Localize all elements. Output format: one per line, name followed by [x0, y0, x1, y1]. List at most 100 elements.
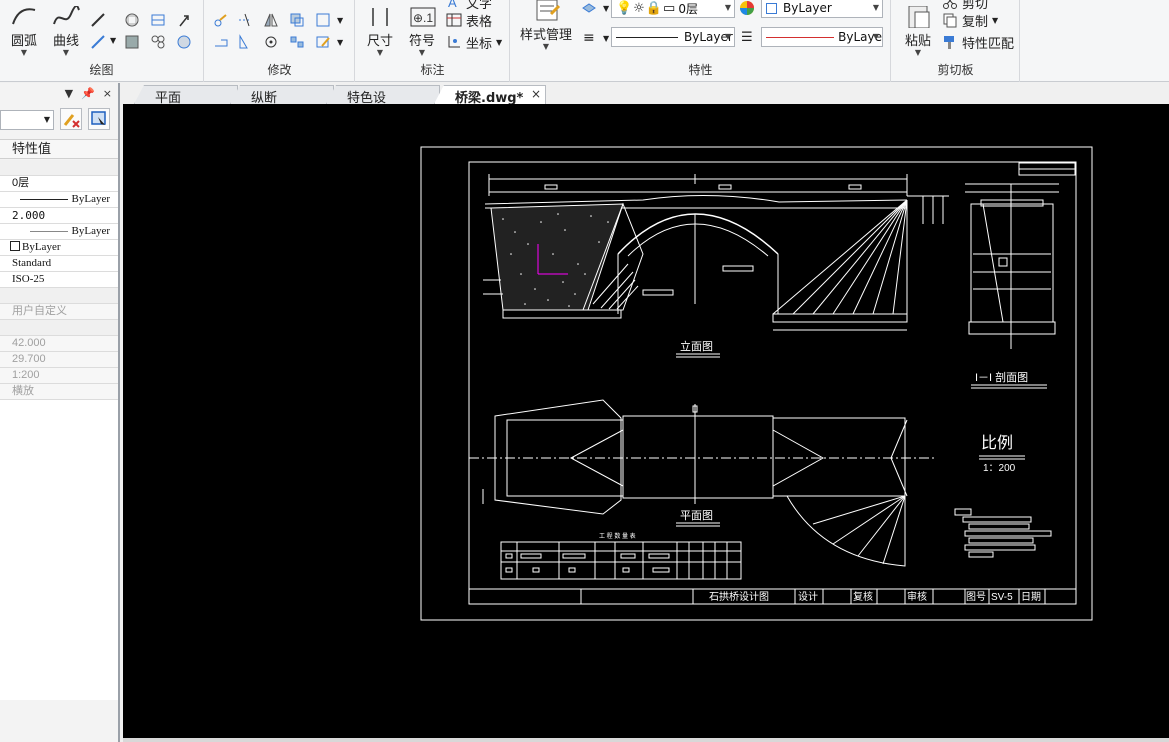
linetype-preview — [616, 36, 678, 38]
match-brush-icon — [942, 34, 958, 50]
chevron-down-icon: ▼ — [376, 48, 384, 57]
ray-tool-icon[interactable] — [90, 34, 106, 50]
date-label: 日期 — [1021, 591, 1041, 603]
stretch-icon[interactable] — [213, 34, 229, 50]
line-tool-icon[interactable] — [90, 12, 106, 28]
layer-state-icons: 💡☼🔒▭ — [616, 0, 677, 16]
drawing-canvas[interactable]: 立面图 I－I 剖面图 平面图 比例 1：200 工 程 数 量 表 石拱桥设计… — [123, 104, 1169, 738]
drawing-number-label: 图号 — [966, 591, 986, 603]
drawing-name: 石拱桥设计图 — [709, 590, 769, 603]
quantity-table-title: 工 程 数 量 表 — [599, 532, 636, 540]
chevron-down-icon: ▼ — [110, 36, 117, 45]
modify-panel: ▼ ▼ 修改 — [205, 0, 355, 82]
circle-tool-icon[interactable] — [124, 12, 140, 28]
chevron-down-icon: ▼ — [872, 32, 879, 41]
group-tool-icon[interactable] — [150, 34, 166, 50]
palette-header-icons: ▼ 📌 × — [65, 87, 112, 100]
tab-feature-design[interactable]: 特色设计.dwg — [326, 85, 440, 104]
property-paper-height: 29.700 — [0, 352, 118, 368]
style-manager-button[interactable]: 样式管理 ▼ — [515, 0, 577, 51]
color-wheel-icon[interactable] — [739, 0, 755, 16]
pointer-tool-icon[interactable] — [176, 12, 192, 28]
properties-panel: 样式管理 ▼ ▼ ≡ ▼ 💡☼🔒▭ 0层 ▼ ByLayer ▼ ByLayer… — [511, 0, 891, 82]
pin-icon[interactable]: 📌 — [81, 87, 95, 100]
chevron-down-icon: ▼ — [992, 15, 999, 25]
table-button[interactable]: 表格 — [446, 10, 492, 30]
lineweight-select[interactable]: ByLaye ▼ — [761, 27, 883, 47]
draw-panel: 圆弧 ▼ 曲线 ▼ ▼ 绘图 — [0, 0, 204, 82]
cad-application-window: 圆弧 ▼ 曲线 ▼ ▼ 绘图 ▼ ▼ 修改 尺寸 ▼ ⊕.1 符号 ▼ A 文字… — [0, 0, 1169, 742]
chevron-down-icon: ▼ — [603, 34, 610, 43]
quantity-table — [500, 541, 742, 580]
paste-button[interactable]: 粘贴 ▼ — [898, 5, 938, 57]
property-layer[interactable]: 0层 — [0, 176, 118, 192]
mirror-icon[interactable] — [263, 12, 279, 28]
chevron-down-icon: ▼ — [20, 48, 28, 57]
property-orientation: 横放 — [0, 384, 118, 400]
select-objects-button[interactable] — [88, 108, 110, 130]
tab-bridge[interactable]: 桥梁.dwg* × — [434, 85, 546, 104]
elevation-view — [483, 174, 949, 331]
close-icon[interactable]: × — [103, 87, 112, 100]
property-lineweight[interactable]: ByLayer — [0, 224, 118, 240]
rotate-icon[interactable] — [263, 34, 279, 50]
pickadd-icon — [63, 114, 80, 128]
property-linetype[interactable]: ByLayer — [0, 192, 118, 208]
chevron-down-icon: ▼ — [43, 115, 50, 124]
properties-panel-title: 特性 — [688, 63, 713, 77]
layer-manager-icon[interactable] — [581, 0, 597, 16]
rectangle-select-icon[interactable] — [315, 12, 331, 28]
layout-tab-strip — [123, 738, 1169, 742]
audit-label: 审核 — [907, 590, 927, 603]
arc-icon — [9, 6, 39, 28]
symbol-icon: ⊕.1 — [407, 6, 437, 28]
tab-profile[interactable]: 纵断面.dwg — [230, 85, 334, 104]
copy-button[interactable]: 复制 ▼ — [942, 10, 998, 30]
dimension-icon — [365, 6, 395, 28]
edit-icon[interactable] — [315, 34, 331, 50]
block-tool-icon[interactable] — [150, 12, 166, 28]
annotate-panel-title: 标注 — [420, 63, 445, 77]
color-select[interactable]: ByLayer ▼ — [761, 0, 883, 18]
arc-button[interactable]: 圆弧 ▼ — [4, 6, 44, 57]
property-scale: 1:200 — [0, 368, 118, 384]
style-manager-icon — [529, 0, 563, 22]
trim-icon[interactable] — [237, 12, 253, 28]
scale-icon[interactable] — [237, 34, 253, 50]
dimension-button[interactable]: 尺寸 ▼ — [360, 6, 400, 57]
chevron-down-icon: ▼ — [724, 32, 731, 41]
linetype-select[interactable]: ByLayer ▼ — [611, 27, 735, 47]
match-properties-button[interactable]: 特性匹配 — [942, 32, 1014, 52]
toggle-pickadd-button[interactable] — [60, 108, 82, 130]
hatch-tool-icon[interactable] — [124, 34, 140, 50]
copy-object-icon[interactable] — [289, 12, 305, 28]
coordinate-button[interactable]: 坐标 ▼ — [446, 32, 502, 52]
scale-title: 比例 — [981, 434, 1013, 452]
chevron-down-icon: ▼ — [418, 48, 426, 57]
close-icon[interactable]: × — [531, 87, 541, 101]
tab-plan[interactable]: 平面图.dwg — [134, 85, 238, 104]
list-icon[interactable]: ≡ — [583, 30, 599, 46]
modify-panel-title: 修改 — [267, 63, 292, 77]
lineweight-icon[interactable]: ☰ — [741, 30, 757, 46]
property-row-separator — [0, 288, 118, 304]
curve-button[interactable]: 曲线 ▼ — [46, 5, 86, 57]
chevron-down-icon[interactable]: ▼ — [65, 87, 73, 100]
property-text-style[interactable]: Standard — [0, 256, 118, 272]
lineweight-preview — [766, 36, 835, 38]
array-icon[interactable] — [289, 34, 305, 50]
layer-select[interactable]: 💡☼🔒▭ 0层 ▼ — [611, 0, 735, 18]
design-label: 设计 — [798, 590, 818, 603]
property-paper-size: 用户自定义 — [0, 304, 118, 320]
scissors-icon — [942, 0, 958, 10]
property-dim-style[interactable]: ISO-25 — [0, 272, 118, 288]
region-tool-icon[interactable] — [176, 34, 192, 50]
property-linetype-scale[interactable]: 2.000 — [0, 208, 118, 224]
document-tab-bar: 平面图.dwg 纵断面.dwg 特色设计.dwg 桥梁.dwg* × — [120, 83, 1169, 104]
drawing-number: SV-5 — [991, 592, 1013, 603]
property-color[interactable]: ByLayer — [0, 240, 118, 256]
move-icon[interactable] — [213, 12, 229, 28]
plan-view — [469, 399, 935, 567]
object-type-select[interactable]: ▼ — [0, 110, 54, 130]
symbol-button[interactable]: ⊕.1 符号 ▼ — [402, 6, 442, 57]
